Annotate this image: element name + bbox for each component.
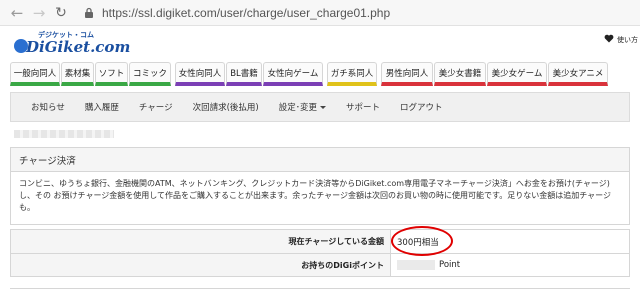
- user-subnav: お知らせ 購入履歴 チャージ 次回請求(後払用) 設定･変更 サポート ログアウ…: [10, 92, 630, 122]
- row-value: Point: [391, 254, 629, 276]
- table-row: 現在チャージしている金額 300円相当: [11, 226, 629, 256]
- tab-category[interactable]: 美少女アニメ: [548, 62, 608, 86]
- address-bar[interactable]: https://ssl.digiket.com/user/charge/user…: [102, 6, 390, 20]
- panel-description: コンビニ、ゆうちょ銀行、金融機関のATM、ネットバンキング、クレジットカード決済…: [19, 179, 611, 212]
- row-label: お持ちのDiGiポイント: [11, 254, 391, 276]
- caret-down-icon: [320, 106, 327, 109]
- tab-category[interactable]: 美少女ゲーム: [487, 62, 547, 86]
- subnav-purchase-history[interactable]: 購入履歴: [85, 101, 119, 113]
- subnav-support[interactable]: サポート: [346, 101, 380, 113]
- tab-category[interactable]: コミック: [129, 62, 171, 86]
- tab-label: 美少女書籍: [438, 68, 482, 79]
- tab-category[interactable]: 素材集: [61, 62, 94, 86]
- reload-icon[interactable]: ↻: [50, 2, 72, 24]
- subnav-next-billing[interactable]: 次回請求(後払用): [193, 101, 259, 113]
- panel-title: チャージ決済: [11, 148, 629, 172]
- redacted-points: [397, 260, 435, 270]
- tab-label: 素材集: [64, 68, 91, 79]
- browser-toolbar: ← → ↻ https://ssl.digiket.com/user/charg…: [0, 0, 640, 26]
- table-row: お持ちのDiGiポイント Point: [11, 253, 629, 276]
- lock-icon[interactable]: [82, 6, 96, 20]
- tab-category[interactable]: BL書籍: [226, 62, 262, 86]
- subnav-logout[interactable]: ログアウト: [400, 101, 443, 113]
- next-section-divider: [10, 288, 630, 295]
- tab-label: コミック: [132, 68, 167, 79]
- points-unit: Point: [439, 260, 461, 270]
- tab-label: 女性向ゲーム: [267, 68, 319, 79]
- subnav-settings[interactable]: 設定･変更: [278, 101, 327, 113]
- tab-label: 男性向同人: [385, 68, 429, 79]
- tab-category[interactable]: ガチ系同人: [327, 62, 377, 86]
- tab-category[interactable]: ソフト: [95, 62, 128, 86]
- tab-category[interactable]: 男性向同人: [381, 62, 433, 86]
- subnav-charge[interactable]: チャージ: [139, 101, 173, 113]
- logo-text: DiGiket.com: [26, 38, 131, 56]
- row-label: 現在チャージしている金額: [11, 230, 391, 253]
- usage-label: 使い方: [617, 36, 638, 44]
- subnav-settings-label: 設定･変更: [278, 103, 318, 113]
- back-arrow-icon[interactable]: ←: [6, 2, 28, 24]
- site-logo[interactable]: デジケット・コム DiGiket.com: [12, 30, 130, 56]
- forward-arrow-icon[interactable]: →: [28, 2, 50, 24]
- tab-category[interactable]: 女性向同人: [175, 62, 225, 86]
- tab-category[interactable]: 美少女書籍: [434, 62, 486, 86]
- tab-label: 一般向同人: [13, 68, 57, 79]
- highlight-circle: [391, 226, 453, 256]
- row-value: 300円相当: [391, 226, 629, 256]
- heart-icon: [604, 34, 614, 46]
- tab-category[interactable]: 女性向ゲーム: [263, 62, 323, 86]
- subnav-news[interactable]: お知らせ: [31, 101, 65, 113]
- tab-label: 女性向同人: [178, 68, 222, 79]
- tab-label: ソフト: [98, 68, 125, 79]
- tab-category[interactable]: 一般向同人: [10, 62, 60, 86]
- tab-label: 美少女ゲーム: [491, 68, 543, 79]
- tab-label: BL書籍: [230, 68, 258, 79]
- charge-summary-table: 現在チャージしている金額 300円相当 お持ちのDiGiポイント Point: [10, 226, 630, 277]
- tab-label: 美少女アニメ: [552, 68, 604, 79]
- charge-panel: チャージ決済 コンビニ、ゆうちょ銀行、金融機関のATM、ネットバンキング、クレジ…: [10, 147, 630, 225]
- redacted-username: [14, 130, 114, 138]
- tab-label: ガチ系同人: [330, 68, 374, 79]
- usage-link[interactable]: 使い方: [604, 34, 638, 46]
